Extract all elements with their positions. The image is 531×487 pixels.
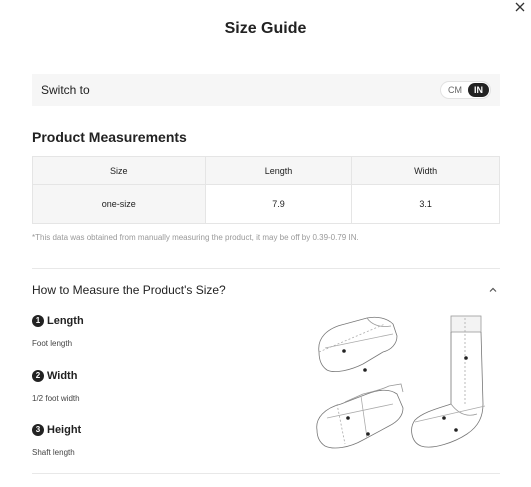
measurement-note: *This data was obtained from manually me…: [32, 233, 359, 242]
cell-size: one-size: [32, 184, 206, 224]
step-description: 1/2 foot width: [32, 394, 80, 403]
how-to-measure-toggle[interactable]: How to Measure the Product's Size?: [32, 283, 500, 297]
step-description: Shaft length: [32, 448, 75, 457]
cell-length: 7.9: [204, 184, 353, 224]
cell-width: 3.1: [351, 184, 500, 224]
step-length: 1 Length Foot length: [32, 315, 84, 348]
sock-measurement-illustration: [316, 315, 486, 449]
measurement-table: Size Length Width one-size 7.9 3.1: [32, 156, 500, 224]
step-number-badge: 3: [32, 424, 44, 436]
step-height: 3 Height Shaft length: [32, 424, 81, 457]
step-description: Foot length: [32, 339, 73, 348]
step-number-badge: 2: [32, 370, 44, 382]
unit-switch-bar: Switch to CM IN: [32, 74, 500, 106]
divider: [32, 268, 500, 269]
step-width: 2 Width 1/2 foot width: [32, 370, 80, 403]
product-measurements-title: Product Measurements: [32, 129, 187, 145]
ankle-sock-length-diagram: [318, 316, 398, 372]
switch-label: Switch to: [41, 83, 90, 97]
step-name: Length: [47, 315, 84, 327]
step-name: Width: [47, 370, 78, 382]
unit-option-in[interactable]: IN: [468, 83, 489, 97]
table-header-width: Width: [351, 156, 500, 185]
close-icon: [515, 2, 525, 12]
crew-sock-height-diagram: [411, 315, 486, 448]
table-row: one-size 7.9 3.1: [32, 184, 500, 224]
unit-toggle: CM IN: [440, 81, 491, 99]
step-number-badge: 1: [32, 315, 44, 327]
close-button[interactable]: [513, 0, 529, 16]
step-name: Height: [47, 424, 82, 436]
no-show-sock-width-diagram: [316, 383, 404, 449]
table-header-size: Size: [32, 156, 206, 185]
table-header-row: Size Length Width: [32, 156, 500, 185]
unit-option-cm[interactable]: CM: [442, 83, 468, 97]
how-to-measure-title: How to Measure the Product's Size?: [32, 283, 226, 297]
table-header-length: Length: [204, 156, 353, 185]
divider: [32, 473, 500, 474]
chevron-up-icon: [489, 287, 497, 292]
page-title: Size Guide: [224, 20, 307, 37]
